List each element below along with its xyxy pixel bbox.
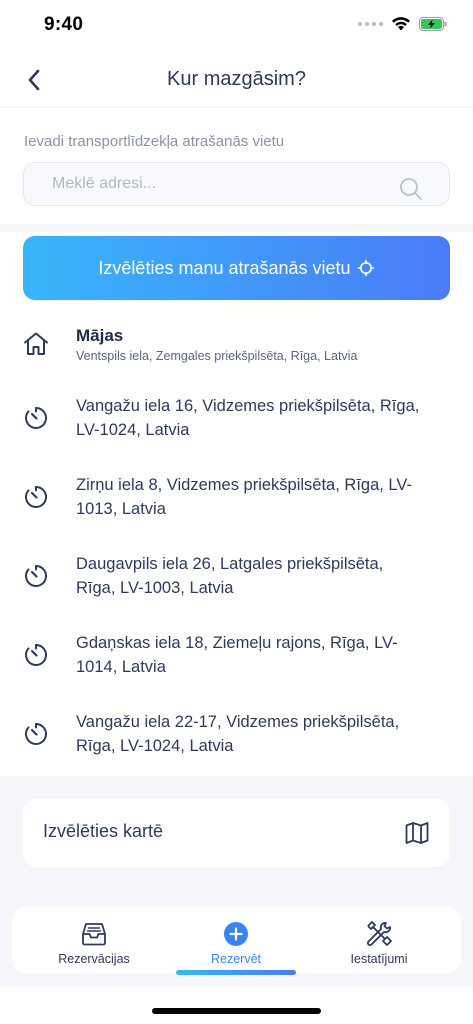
active-tab-indicator <box>176 970 296 975</box>
home-address: Ventspils iela, Zemgales priekšpilsēta, … <box>76 349 358 363</box>
recent-address-item[interactable]: Vangažu iela 16, Vidzemes priekšpilsēta,… <box>0 390 473 450</box>
tab-reservations[interactable]: Rezervācijas <box>19 907 169 973</box>
plus-circle-icon <box>223 921 249 947</box>
use-my-location-label: Izvēlēties manu atrašanās vietu <box>98 257 351 278</box>
status-bar: 9:40 <box>0 0 473 52</box>
status-time: 9:40 <box>44 14 84 35</box>
recent-address-text: Zirņu iela 8, Vidzemes priekšpilsēta, Rī… <box>76 476 412 518</box>
bottom-tab-bar: Rezervācijas Rezervēt Iestatījumi <box>12 907 461 973</box>
use-my-location-button[interactable]: Izvēlēties manu atrašanās vietu <box>23 236 450 300</box>
navigation-header: Kur mazgāsim? <box>0 52 473 108</box>
history-timer-icon <box>22 404 50 432</box>
history-timer-icon <box>22 483 50 511</box>
tab-settings-label: Iestatījumi <box>350 952 408 966</box>
history-timer-icon <box>22 562 50 590</box>
recent-address-text: Vangažu iela 16, Vidzemes priekšpilsēta,… <box>76 397 420 439</box>
search-icon[interactable] <box>399 177 423 201</box>
search-label: Ievadi transportlīdzekļa atrašanās vietu <box>24 133 285 150</box>
tab-settings[interactable]: Iestatījumi <box>304 907 454 973</box>
home-indicator[interactable] <box>152 1008 321 1014</box>
status-indicators <box>358 16 447 31</box>
wifi-icon <box>392 17 410 31</box>
saved-address-home[interactable]: Mājas Ventspils iela, Zemgales priekšpil… <box>0 318 473 378</box>
home-title: Mājas <box>76 326 124 345</box>
recent-address-text: Gdaņskas iela 18, Ziemeļu rajons, Rīga, … <box>76 634 398 676</box>
home-icon <box>22 330 50 358</box>
recent-address-item[interactable]: Vangažu iela 22-17, Vidzemes priekšpilsē… <box>0 706 473 766</box>
recent-address-text: Vangažu iela 22-17, Vidzemes priekšpilsē… <box>76 713 400 755</box>
history-timer-icon <box>22 641 50 669</box>
inbox-icon <box>80 921 108 947</box>
tools-icon <box>364 921 394 947</box>
tab-book[interactable]: Rezervēt <box>161 907 311 973</box>
recent-address-item[interactable]: Zirņu iela 8, Vidzemes priekšpilsēta, Rī… <box>0 469 473 529</box>
choose-on-map-button[interactable]: Izvēlēties kartē <box>23 799 450 867</box>
map-icon <box>405 822 429 844</box>
search-box[interactable] <box>23 162 450 206</box>
history-timer-icon <box>22 720 50 748</box>
cellular-signal-icon <box>358 21 383 26</box>
crosshair-icon <box>357 259 374 277</box>
section-divider <box>0 224 473 232</box>
tab-book-label: Rezervēt <box>210 952 262 966</box>
page-title: Kur mazgāsim? <box>167 68 306 90</box>
battery-charging-icon <box>419 16 447 31</box>
recent-address-item[interactable]: Gdaņskas iela 18, Ziemeļu rajons, Rīga, … <box>0 627 473 687</box>
recent-address-item[interactable]: Daugavpils iela 26, Latgales priekšpilsē… <box>0 548 473 608</box>
tab-reservations-label: Rezervācijas <box>58 952 130 966</box>
choose-on-map-label: Izvēlēties kartē <box>43 821 164 841</box>
search-input[interactable] <box>52 163 392 205</box>
recent-address-text: Daugavpils iela 26, Latgales priekšpilsē… <box>76 555 384 597</box>
